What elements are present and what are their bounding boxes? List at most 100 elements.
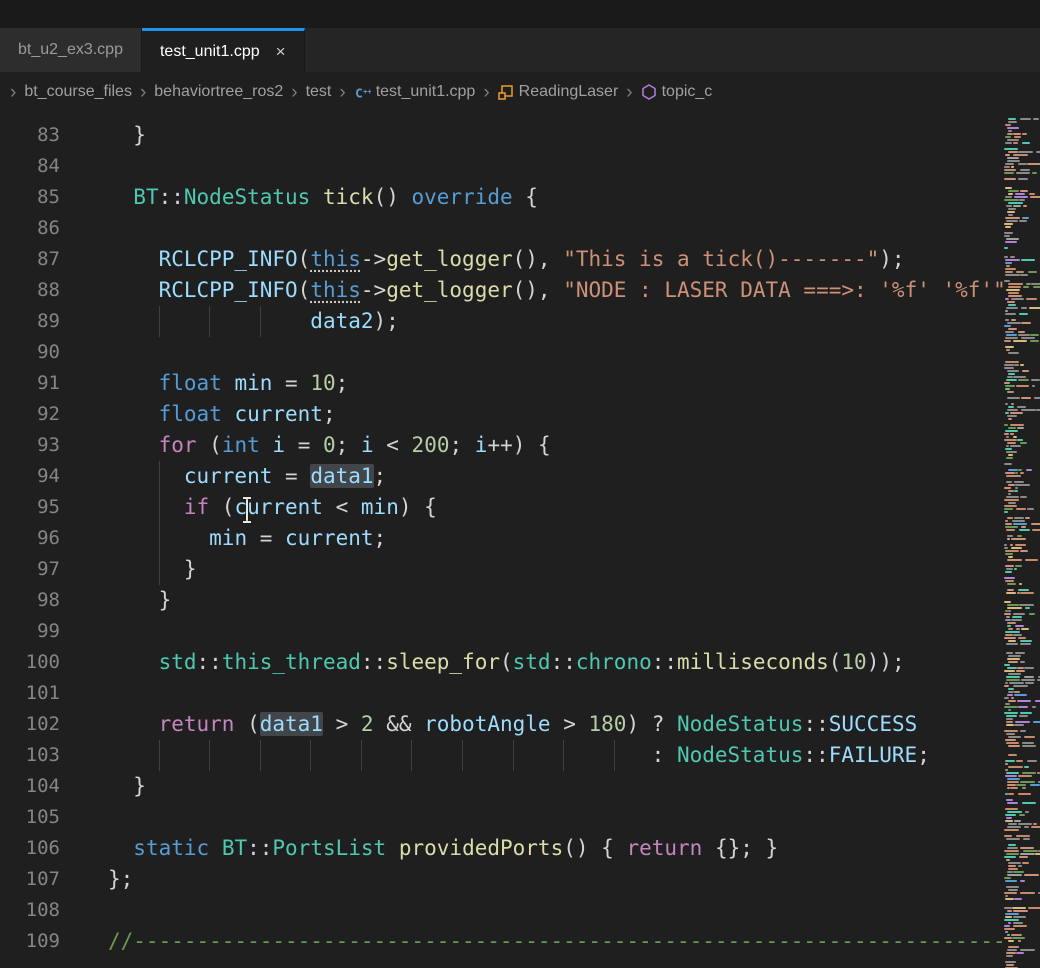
code-line[interactable]: 84 bbox=[0, 151, 1040, 182]
code-line-content[interactable]: for (int i = 0; i < 200; i++) { bbox=[78, 430, 1040, 461]
code-token: :: bbox=[159, 185, 184, 209]
code-line-content[interactable]: if (current < min) { bbox=[78, 492, 1040, 523]
code-token bbox=[108, 495, 184, 519]
code-line[interactable]: 95 if (current < min) { bbox=[0, 492, 1040, 523]
code-line-content[interactable]: min = current; bbox=[78, 523, 1040, 554]
line-number: 91 bbox=[0, 368, 78, 399]
code-line-content[interactable]: : NodeStatus::FAILURE; bbox=[78, 740, 1040, 771]
line-number: 99 bbox=[0, 616, 78, 647]
code-line-content[interactable] bbox=[78, 616, 1040, 647]
cpp-file-icon: C++ bbox=[354, 84, 371, 101]
code-token bbox=[222, 371, 235, 395]
breadcrumb-item-behaviortree_ros2[interactable]: behaviortree_ros2 bbox=[154, 83, 283, 101]
line-number: 88 bbox=[0, 275, 78, 306]
code-line[interactable]: 102 return (data1 > 2 && robotAngle > 18… bbox=[0, 709, 1040, 740]
code-line-content[interactable]: } bbox=[78, 771, 1040, 802]
code-token: 200 bbox=[412, 433, 450, 457]
code-token: "This is a tick()-------" bbox=[563, 247, 879, 271]
code-line[interactable]: 103 : NodeStatus::FAILURE; bbox=[0, 740, 1040, 771]
code-line[interactable]: 85 BT::NodeStatus tick() override { bbox=[0, 182, 1040, 213]
line-number: 103 bbox=[0, 740, 78, 771]
code-token: } bbox=[108, 588, 171, 612]
code-line-content[interactable]: std::this_thread::sleep_for(std::chrono:… bbox=[78, 647, 1040, 678]
line-number: 85 bbox=[0, 182, 78, 213]
breadcrumb-item-test[interactable]: test bbox=[306, 83, 332, 101]
code-line[interactable]: 108 bbox=[0, 895, 1040, 926]
code-line-content[interactable]: //--------------------------------------… bbox=[78, 926, 1040, 957]
code-token: milliseconds bbox=[677, 650, 829, 674]
code-line-content[interactable] bbox=[78, 151, 1040, 182]
breadcrumb-item-ReadingLaser[interactable]: ReadingLaser bbox=[498, 83, 619, 101]
code-line-content[interactable] bbox=[78, 337, 1040, 368]
code-line[interactable]: 101 bbox=[0, 678, 1040, 709]
code-line[interactable]: 93 for (int i = 0; i < 200; i++) { bbox=[0, 430, 1040, 461]
code-line[interactable]: 107}; bbox=[0, 864, 1040, 895]
code-token bbox=[222, 402, 235, 426]
code-line[interactable]: 96 min = current; bbox=[0, 523, 1040, 554]
code-line[interactable]: 91 float min = 10; bbox=[0, 368, 1040, 399]
code-token: BT bbox=[133, 185, 158, 209]
tab-bt_u2_ex3.cpp[interactable]: bt_u2_ex3.cpp bbox=[0, 28, 142, 72]
code-editor[interactable]: 83 }8485 BT::NodeStatus tick() override … bbox=[0, 112, 1040, 968]
code-token: { bbox=[513, 185, 538, 209]
code-line-content[interactable]: static BT::PortsList providedPorts() { r… bbox=[78, 833, 1040, 864]
code-line[interactable]: 105 bbox=[0, 802, 1040, 833]
code-line-content[interactable]: } bbox=[78, 554, 1040, 585]
code-line[interactable]: 104 } bbox=[0, 771, 1040, 802]
code-line-content[interactable]: }; bbox=[78, 864, 1040, 895]
breadcrumb-item-topic_c[interactable]: topic_c bbox=[641, 83, 713, 101]
code-line-content[interactable] bbox=[78, 895, 1040, 926]
code-line[interactable]: 109//-----------------------------------… bbox=[0, 926, 1040, 957]
code-line[interactable]: 92 float current; bbox=[0, 399, 1040, 430]
code-line[interactable]: 100 std::this_thread::sleep_for(std::chr… bbox=[0, 647, 1040, 678]
indent-guide bbox=[260, 306, 261, 337]
tab-test_unit1.cpp[interactable]: test_unit1.cpp× bbox=[142, 28, 305, 72]
code-token: static bbox=[133, 836, 209, 860]
code-line[interactable]: 97 } bbox=[0, 554, 1040, 585]
code-token: i bbox=[475, 433, 488, 457]
method-icon bbox=[641, 84, 657, 100]
code-token: current bbox=[234, 402, 323, 426]
code-token: get_logger bbox=[386, 247, 512, 271]
code-line[interactable]: 98 } bbox=[0, 585, 1040, 616]
code-token bbox=[108, 433, 159, 457]
breadcrumb-item-test_unit1.cpp[interactable]: C++test_unit1.cpp bbox=[354, 83, 476, 101]
code-line-content[interactable] bbox=[78, 802, 1040, 833]
breadcrumb-item-bt_course_files[interactable]: bt_course_files bbox=[24, 83, 132, 101]
code-line[interactable]: 90 bbox=[0, 337, 1040, 368]
line-number: 94 bbox=[0, 461, 78, 492]
code-line[interactable]: 89 data2); bbox=[0, 306, 1040, 337]
code-line[interactable]: 87 RCLCPP_INFO(this->get_logger(), "This… bbox=[0, 244, 1040, 275]
code-line-content[interactable]: data2); bbox=[78, 306, 1040, 337]
code-line-content[interactable]: BT::NodeStatus tick() override { bbox=[78, 182, 1040, 213]
code-token: NodeStatus bbox=[677, 743, 803, 767]
code-line[interactable]: 94 current = data1; bbox=[0, 461, 1040, 492]
line-number: 102 bbox=[0, 709, 78, 740]
code-line-content[interactable] bbox=[78, 213, 1040, 244]
code-line-content[interactable] bbox=[78, 678, 1040, 709]
code-line-content[interactable]: RCLCPP_INFO(this->get_logger(), "NODE : … bbox=[78, 275, 1040, 306]
indent-guide bbox=[159, 492, 160, 523]
code-line-content[interactable]: return (data1 > 2 && robotAngle > 180) ?… bbox=[78, 709, 1040, 740]
line-number: 100 bbox=[0, 647, 78, 678]
code-line[interactable]: 83 } bbox=[0, 120, 1040, 151]
code-line[interactable]: 88 RCLCPP_INFO(this->get_logger(), "NODE… bbox=[0, 275, 1040, 306]
code-line-content[interactable]: float current; bbox=[78, 399, 1040, 430]
indent-guide bbox=[513, 740, 514, 771]
code-line-content[interactable]: } bbox=[78, 585, 1040, 616]
code-line-content[interactable]: } bbox=[78, 120, 1040, 151]
code-token: : bbox=[108, 743, 677, 767]
minimap[interactable] bbox=[1004, 112, 1040, 968]
line-number: 89 bbox=[0, 306, 78, 337]
code-line[interactable]: 99 bbox=[0, 616, 1040, 647]
tab-close-icon[interactable]: × bbox=[276, 42, 286, 62]
code-token: :: bbox=[197, 650, 222, 674]
code-line-content[interactable]: float min = 10; bbox=[78, 368, 1040, 399]
code-token: 10 bbox=[841, 650, 866, 674]
code-line-content[interactable]: RCLCPP_INFO(this->get_logger(), "This is… bbox=[78, 244, 1040, 275]
code-token: return bbox=[626, 836, 702, 860]
code-token: RCLCPP_INFO bbox=[159, 247, 298, 271]
code-line[interactable]: 86 bbox=[0, 213, 1040, 244]
code-line-content[interactable]: current = data1; bbox=[78, 461, 1040, 492]
code-line[interactable]: 106 static BT::PortsList providedPorts()… bbox=[0, 833, 1040, 864]
